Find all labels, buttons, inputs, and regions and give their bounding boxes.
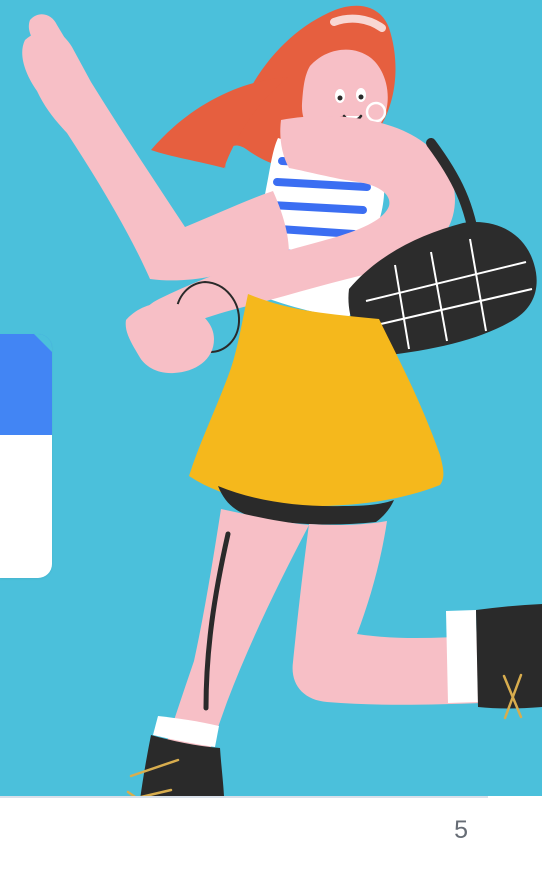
background-panel [0, 0, 542, 878]
page-number: 5 [454, 816, 468, 844]
card-body [0, 435, 52, 578]
footer-divider [0, 796, 488, 798]
card-header [0, 334, 52, 435]
content-card [0, 334, 52, 578]
